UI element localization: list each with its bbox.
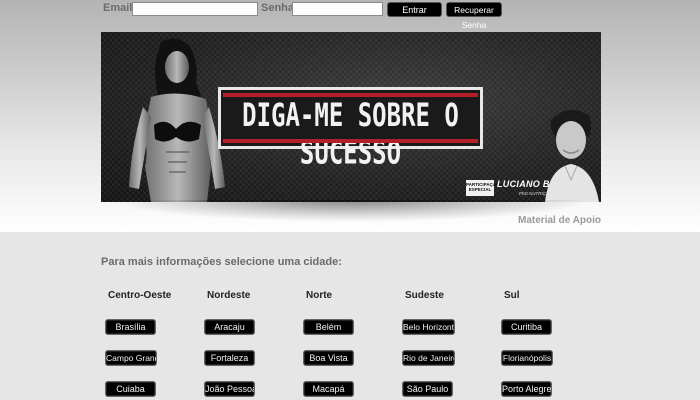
banner-title-box: DIGA-ME SOBRE O SUCESSO: [218, 87, 483, 172]
region-norte: Norte Belém Boa Vista Macapá: [299, 290, 389, 397]
banner[interactable]: DIGA-ME SOBRE O SUCESSO PARTICIPAÇÃO ESP…: [101, 32, 601, 202]
city-button-belo-horizonte[interactable]: Belo Horizonte: [402, 319, 455, 335]
region-centro-oeste: Centro-Oeste Brasília Campo Grande Cuiab…: [101, 290, 191, 397]
banner-title: DIGA-ME SOBRE O SUCESSO: [242, 96, 459, 172]
city-button-curitiba[interactable]: Curitiba: [501, 319, 552, 335]
region-name: Sudeste: [405, 290, 444, 301]
region-name: Norte: [306, 290, 333, 301]
region-sul: Sul Curitiba Florianópolis Porto Alegre: [497, 290, 587, 397]
city-button-rio-de-janeiro[interactable]: Rio de Janeiro: [402, 350, 455, 366]
region-name: Centro-Oeste: [108, 290, 172, 301]
region-sudeste: Sudeste Belo Horizonte Rio de Janeiro Sã…: [398, 290, 488, 397]
special-participation-tag: PARTICIPAÇÃO ESPECIAL: [466, 180, 500, 196]
region-nordeste: Nordeste Aracaju Fortaleza João Pessoa: [200, 290, 290, 397]
enter-button[interactable]: Entrar: [387, 2, 442, 17]
city-button-boa-vista[interactable]: Boa Vista: [303, 350, 354, 366]
login-bar: Email: Senha: Entrar Recuperar Senha: [0, 1, 700, 30]
city-button-campo-grande[interactable]: Campo Grande: [105, 350, 157, 366]
man-photo: [545, 109, 599, 202]
region-name: Sul: [504, 290, 520, 301]
city-button-florianopolis[interactable]: Florianópolis: [501, 350, 553, 366]
email-field[interactable]: [132, 2, 258, 16]
city-button-porto-alegre[interactable]: Porto Alegre: [501, 381, 552, 397]
recover-password-button[interactable]: Recuperar Senha: [446, 2, 502, 30]
title-stripe-bottom: [223, 139, 478, 143]
city-button-joao-pessoa[interactable]: João Pessoa: [204, 381, 255, 397]
city-button-aracaju[interactable]: Aracaju: [204, 319, 255, 335]
city-button-cuiaba[interactable]: Cuiaba: [105, 381, 156, 397]
password-field[interactable]: [292, 2, 383, 16]
city-button-macapa[interactable]: Macapá: [303, 381, 354, 397]
region-name: Nordeste: [207, 290, 251, 301]
city-button-brasilia[interactable]: Brasília: [105, 319, 156, 335]
city-button-fortaleza[interactable]: Fortaleza: [204, 350, 255, 366]
support-material-link[interactable]: Material de Apoio: [518, 215, 601, 226]
city-button-belem[interactable]: Belém: [303, 319, 354, 335]
city-button-sao-paulo[interactable]: São Paulo: [402, 381, 453, 397]
section-title: Para mais informações selecione uma cida…: [101, 256, 342, 268]
woman-photo: [129, 38, 225, 202]
